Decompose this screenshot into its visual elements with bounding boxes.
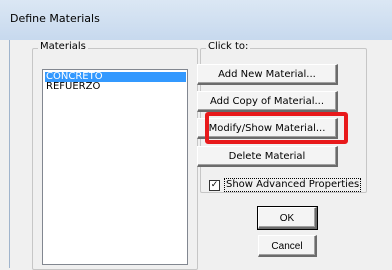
ok-button[interactable]: OK (257, 206, 318, 230)
materials-group: Materials CONCRETO REFUERZO (32, 41, 198, 270)
define-materials-dialog: Define Materials Materials CONCRETO REFU… (0, 0, 392, 270)
check-mark-icon: ✓ (210, 180, 219, 190)
delete-material-button[interactable]: Delete Material (197, 146, 338, 167)
dialog-title: Define Materials (10, 12, 100, 25)
cancel-button[interactable]: Cancel (258, 235, 317, 257)
materials-listbox[interactable]: CONCRETO REFUERZO (42, 69, 188, 265)
actions-group-label: Click to: (206, 41, 251, 52)
materials-group-label: Materials (38, 41, 88, 52)
title-bar[interactable]: Define Materials (0, 0, 392, 40)
show-advanced-checkbox[interactable]: ✓ (209, 180, 220, 191)
list-item[interactable]: REFUERZO (45, 82, 100, 92)
show-advanced-label[interactable]: Show Advanced Properties (224, 178, 362, 192)
add-copy-material-button[interactable]: Add Copy of Material... (197, 91, 338, 112)
red-highlight-box (205, 112, 348, 144)
add-new-material-button[interactable]: Add New Material... (197, 64, 338, 85)
